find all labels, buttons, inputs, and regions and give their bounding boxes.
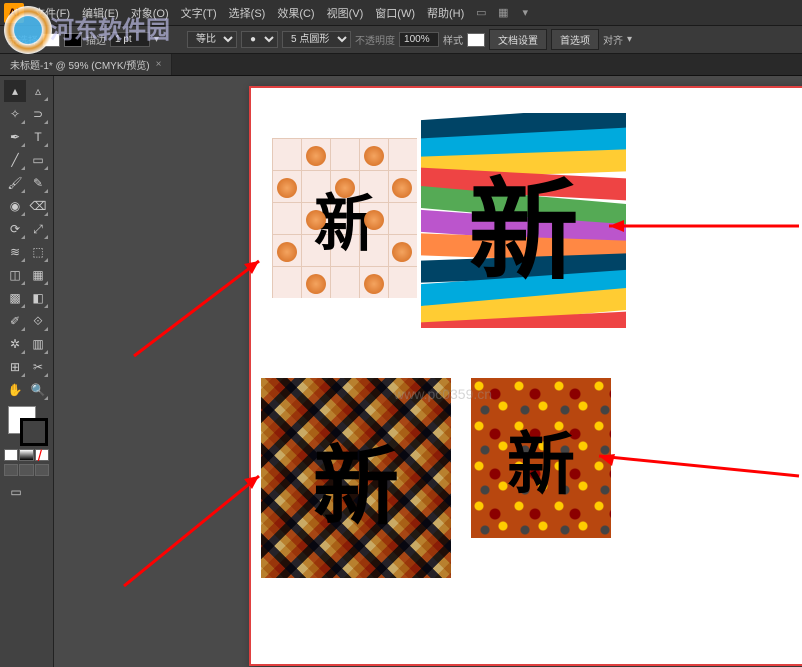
free-transform-tool[interactable]: ⬚ (27, 241, 49, 263)
uniform-select[interactable]: 等比 (187, 31, 237, 48)
hand-tool[interactable]: ✋ (4, 379, 26, 401)
pencil-tool[interactable]: ✎ (27, 172, 49, 194)
doc-setup-button[interactable]: 文档设置 (489, 29, 547, 50)
pattern-sample-cats[interactable]: 新 (272, 138, 417, 298)
workspace: ▴▵ ✧⊃ ✒T ╱▭ 🖌✎ ◉⌫ ⟳⤢ ≋⬚ ◫▦ ▩◧ ✐⟐ ✲▥ ⊞✂ ✋… (0, 76, 802, 667)
shape-select[interactable]: 5 点圆形 (282, 31, 351, 48)
opacity-label: 不透明度 (355, 32, 395, 47)
color-mode-icon[interactable] (4, 449, 18, 461)
direct-selection-tool[interactable]: ▵ (27, 80, 49, 102)
tab-bar: 未标题-1* @ 59% (CMYK/预览) × (0, 54, 802, 76)
rectangle-tool[interactable]: ▭ (27, 149, 49, 171)
line-tool[interactable]: ╱ (4, 149, 26, 171)
align-label[interactable]: 对齐 (603, 32, 623, 47)
eraser-tool[interactable]: ⌫ (27, 195, 49, 217)
menu-window[interactable]: 窗口(W) (369, 5, 421, 21)
style-label: 样式 (443, 32, 463, 47)
style-swatch[interactable] (467, 33, 485, 47)
tab-title: 未标题-1* @ 59% (CMYK/预览) (10, 57, 150, 72)
glyph-text: 新 (469, 141, 579, 301)
watermark-logo (4, 6, 52, 54)
glyph-text: 新 (507, 409, 575, 508)
pen-tool[interactable]: ✒ (4, 126, 26, 148)
selection-tool[interactable]: ▴ (4, 80, 26, 102)
mesh-tool[interactable]: ▩ (4, 287, 26, 309)
color-picker[interactable] (4, 406, 52, 446)
prefs-button[interactable]: 首选项 (551, 29, 599, 50)
scale-tool[interactable]: ⤢ (27, 218, 49, 240)
pattern-sample-chevron[interactable]: 新 (261, 378, 451, 578)
none-mode-icon[interactable]: / (35, 449, 49, 461)
gradient-tool[interactable]: ◧ (27, 287, 49, 309)
pattern-sample-ornament[interactable]: 新 (471, 378, 611, 538)
opacity-input[interactable] (399, 32, 439, 47)
width-tool[interactable]: ≋ (4, 241, 26, 263)
pattern-sample-wave[interactable]: 新 (421, 113, 626, 328)
canvas-area[interactable]: www.pc0359.cn 新 (54, 76, 802, 667)
menu-effect[interactable]: 效果(C) (271, 5, 320, 21)
menu-view[interactable]: 视图(V) (321, 5, 370, 21)
magic-wand-tool[interactable]: ✧ (4, 103, 26, 125)
brush-select[interactable]: ● (241, 31, 278, 48)
document-tab[interactable]: 未标题-1* @ 59% (CMYK/预览) × (0, 54, 172, 75)
screen-mode-icon[interactable]: ▭ (4, 481, 28, 503)
artboard[interactable]: 新 新 新 新 (249, 86, 802, 666)
draw-normal-icon[interactable] (4, 464, 18, 476)
dropdown-icon[interactable]: ▾ (517, 5, 533, 21)
menu-help[interactable]: 帮助(H) (421, 5, 470, 21)
rotate-tool[interactable]: ⟳ (4, 218, 26, 240)
chevron-down-icon[interactable]: ▾ (627, 34, 632, 45)
type-tool[interactable]: T (27, 126, 49, 148)
tools-panel: ▴▵ ✧⊃ ✒T ╱▭ 🖌✎ ◉⌫ ⟳⤢ ≋⬚ ◫▦ ▩◧ ✐⟐ ✲▥ ⊞✂ ✋… (0, 76, 54, 667)
arrange-icon[interactable]: ▦ (495, 5, 511, 21)
zoom-tool[interactable]: 🔍 (27, 379, 49, 401)
shape-builder-tool[interactable]: ◫ (4, 264, 26, 286)
gradient-mode-icon[interactable] (19, 449, 33, 461)
artboard-tool[interactable]: ⊞ (4, 356, 26, 378)
blob-brush-tool[interactable]: ◉ (4, 195, 26, 217)
column-graph-tool[interactable]: ▥ (27, 333, 49, 355)
menu-select[interactable]: 选择(S) (223, 5, 272, 21)
glyph-text: 新 (313, 416, 399, 541)
watermark-center: www.pc0359.cn (394, 386, 492, 402)
lasso-tool[interactable]: ⊃ (27, 103, 49, 125)
perspective-tool[interactable]: ▦ (27, 264, 49, 286)
layout-icon[interactable]: ▭ (473, 5, 489, 21)
slice-tool[interactable]: ✂ (27, 356, 49, 378)
eyedropper-tool[interactable]: ✐ (4, 310, 26, 332)
blend-tool[interactable]: ⟐ (27, 310, 49, 332)
stroke-color-swatch[interactable] (20, 418, 48, 446)
close-icon[interactable]: × (156, 59, 162, 70)
draw-behind-icon[interactable] (19, 464, 33, 476)
symbol-sprayer-tool[interactable]: ✲ (4, 333, 26, 355)
watermark-text: 河东软件园 (50, 10, 170, 45)
paintbrush-tool[interactable]: 🖌 (4, 172, 26, 194)
menu-type[interactable]: 文字(T) (175, 5, 223, 21)
